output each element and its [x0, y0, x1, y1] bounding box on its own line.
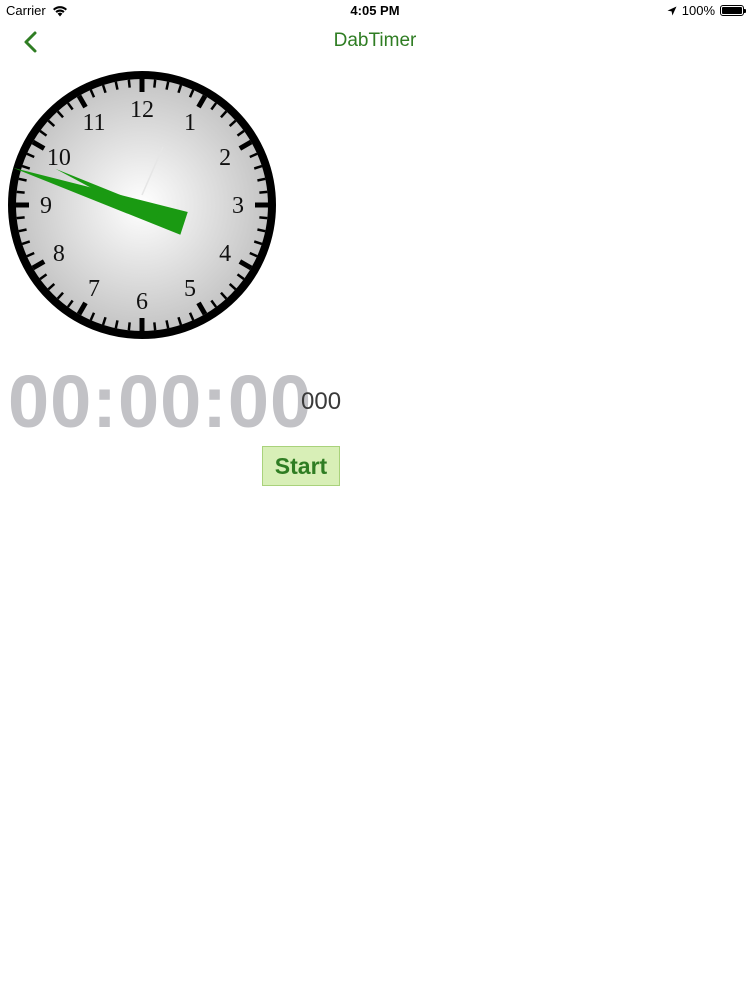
clock-minute-tick: [153, 79, 157, 88]
clock-numeral: 3: [232, 193, 244, 219]
battery-fill: [722, 7, 742, 14]
clock-minute-tick: [16, 190, 25, 194]
clock-numeral: 7: [88, 276, 100, 302]
clock-numeral: 2: [219, 145, 231, 171]
battery-percent: 100%: [681, 3, 715, 18]
status-right: 100%: [667, 3, 746, 18]
timer-display: 00:00:00: [8, 360, 313, 443]
clock-minute-tick: [153, 322, 157, 331]
clock-minute-tick: [114, 320, 119, 329]
clock-minute-tick: [16, 216, 25, 220]
clock-minute-tick: [165, 320, 170, 329]
clock-numeral: 5: [184, 276, 196, 302]
page-title: DabTimer: [333, 30, 417, 51]
clock-minute-tick: [259, 216, 268, 220]
analog-clock: 12 1234567891011: [8, 71, 276, 339]
clock-minute-tick: [259, 190, 268, 194]
clock-minute-tick: [127, 322, 131, 331]
clock-numeral: 9: [40, 193, 52, 219]
navigation-bar: DabTimer: [0, 22, 750, 62]
clock-minute-tick: [18, 177, 27, 182]
status-bar: Carrier 4:05 PM 100%: [0, 0, 750, 22]
clock-numeral: 1: [184, 110, 196, 136]
clock-minute-tick: [257, 177, 266, 182]
clock-numeral: 10: [47, 145, 71, 171]
location-arrow-icon: [667, 6, 677, 15]
clock-minute-tick: [165, 81, 170, 90]
status-time: 4:05 PM: [350, 3, 400, 18]
clock-numeral: 12: [130, 97, 154, 123]
timer-milliseconds: 000: [301, 388, 342, 415]
clock-minute-tick: [257, 228, 266, 233]
clock-numeral: 11: [82, 110, 105, 136]
clock-minute-tick: [18, 228, 27, 233]
clock-numeral: 6: [136, 289, 148, 315]
clock-numeral: 8: [53, 241, 65, 267]
clock-minute-tick: [127, 79, 131, 88]
clock-minute-tick: [114, 81, 119, 90]
start-button[interactable]: Start: [262, 446, 340, 486]
clock-numeral: 4: [219, 241, 231, 267]
battery-icon: [720, 5, 746, 16]
